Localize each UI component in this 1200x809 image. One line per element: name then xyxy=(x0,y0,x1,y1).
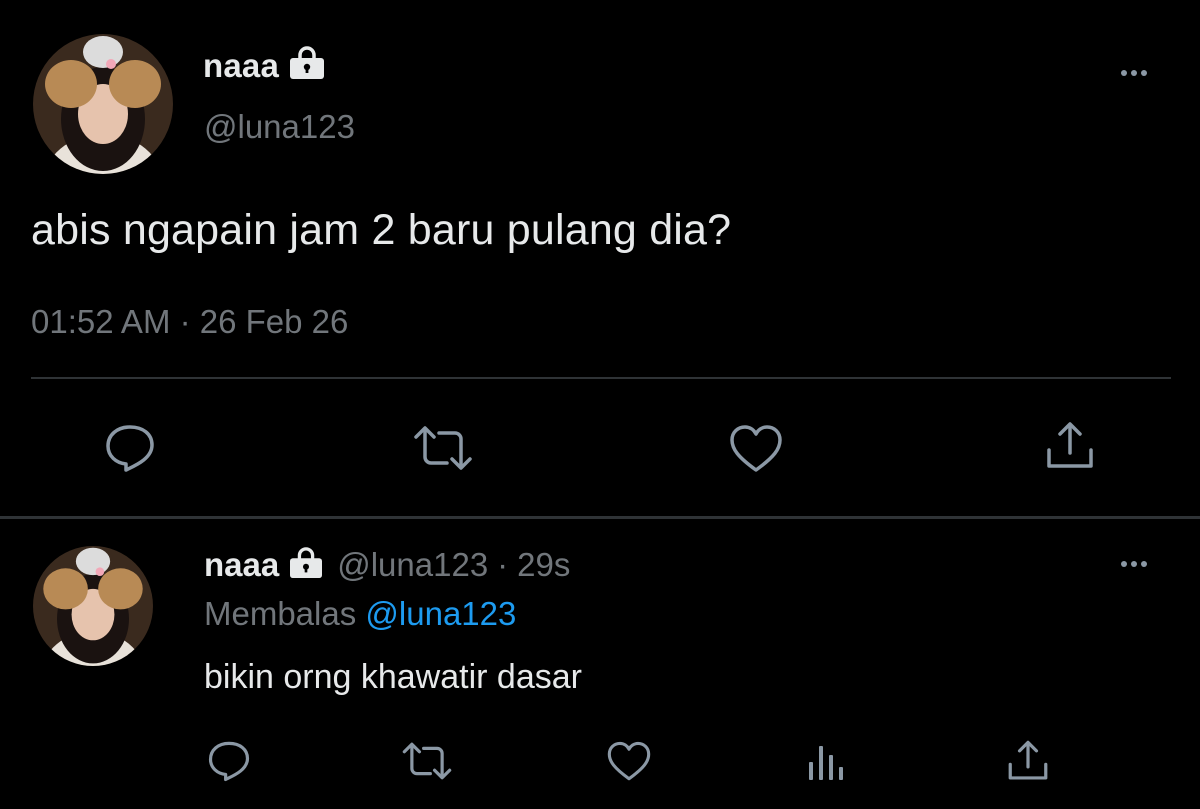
lock-icon xyxy=(287,546,325,584)
retweet-icon[interactable] xyxy=(400,740,454,782)
thread-divider xyxy=(0,516,1200,519)
separator: · xyxy=(497,546,509,583)
more-icon[interactable] xyxy=(1121,561,1147,567)
avatar[interactable] xyxy=(33,546,153,666)
display-name[interactable]: naaa xyxy=(203,47,279,85)
share-icon[interactable] xyxy=(1006,739,1050,783)
more-icon[interactable] xyxy=(1121,70,1147,76)
display-name[interactable]: naaa xyxy=(204,546,279,584)
replying-to: Membalas @luna123 xyxy=(204,595,516,633)
author-row: naaa xyxy=(203,46,327,85)
reply-icon[interactable] xyxy=(104,423,156,473)
share-icon[interactable] xyxy=(1044,420,1096,472)
retweet-icon[interactable] xyxy=(411,423,475,473)
tweet-text: bikin orng khawatir dasar xyxy=(204,658,582,696)
tweet-time[interactable]: 29s xyxy=(517,546,570,584)
lock-icon xyxy=(287,46,327,85)
tweet-timestamp[interactable]: 01:52 AM · 26 Feb 26 xyxy=(31,303,348,341)
like-icon[interactable] xyxy=(606,741,652,782)
tweet-thread: naaa @luna123 abis ngapain jam 2 baru pu… xyxy=(0,0,1200,809)
mention-link[interactable]: @luna123 xyxy=(365,595,516,632)
reply-icon[interactable] xyxy=(207,740,251,782)
views-icon[interactable] xyxy=(806,740,846,782)
replying-label: Membalas xyxy=(204,595,357,632)
reply-author-row: naaa @luna123 · 29s xyxy=(204,546,570,584)
avatar[interactable] xyxy=(33,34,173,174)
like-icon[interactable] xyxy=(728,424,784,474)
author-handle[interactable]: @luna123 xyxy=(337,546,488,584)
divider xyxy=(31,377,1171,379)
tweet-text: abis ngapain jam 2 baru pulang dia? xyxy=(31,206,732,254)
author-handle[interactable]: @luna123 xyxy=(204,108,355,146)
